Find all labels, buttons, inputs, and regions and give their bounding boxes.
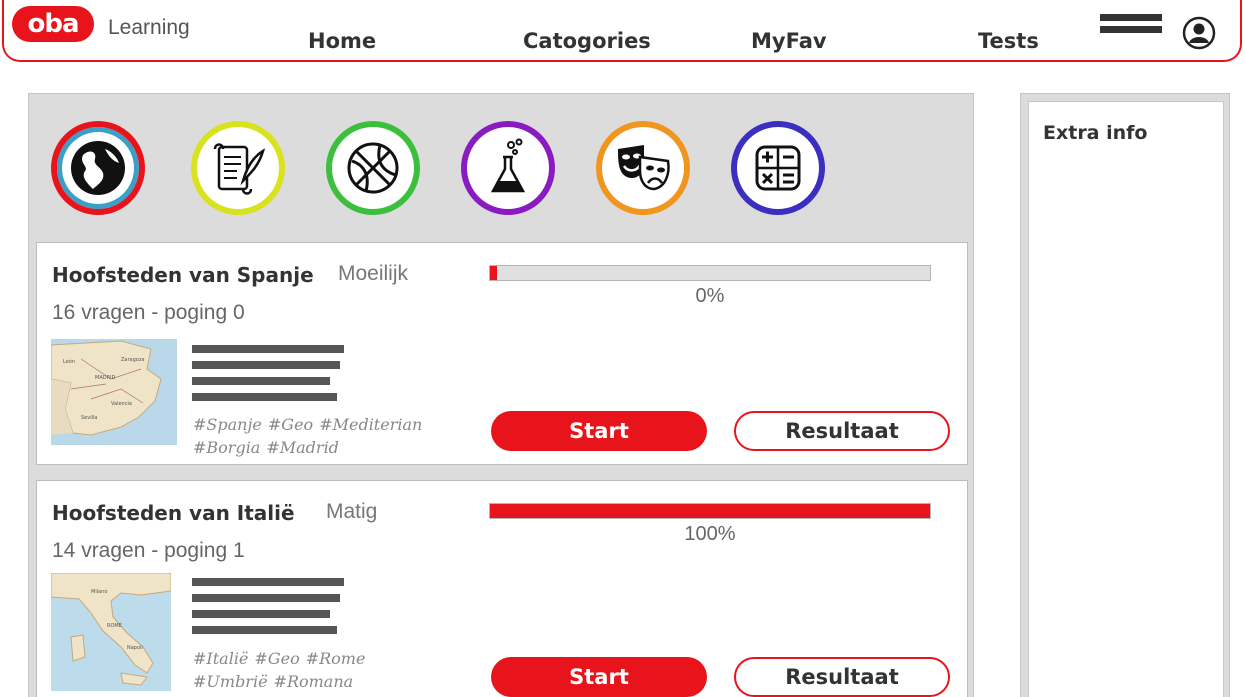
logo-text: oba bbox=[27, 9, 79, 39]
result-button[interactable]: Resultaat bbox=[734, 411, 950, 451]
quiz-list-panel: Hoofsteden van Spanje Moeilijk 16 vragen… bbox=[28, 93, 974, 697]
nav-categories[interactable]: Catogories bbox=[523, 29, 651, 53]
oba-logo[interactable]: oba bbox=[12, 6, 94, 42]
tag[interactable]: #Geo bbox=[268, 415, 313, 434]
svg-text:MADRID: MADRID bbox=[95, 375, 116, 381]
tag[interactable]: #Romana bbox=[274, 672, 354, 691]
category-literature[interactable] bbox=[191, 121, 285, 215]
category-math[interactable] bbox=[731, 121, 825, 215]
start-button[interactable]: Start bbox=[491, 657, 707, 697]
description-placeholder-lines bbox=[192, 578, 344, 642]
svg-text:Valencia: Valencia bbox=[111, 401, 132, 407]
category-theatre[interactable] bbox=[596, 121, 690, 215]
top-navigation-bar: oba Learning Home Catogories MyFav Tests bbox=[2, 0, 1242, 62]
flask-icon bbox=[490, 138, 526, 193]
app-name: Learning bbox=[108, 16, 190, 39]
svg-text:Napoli: Napoli bbox=[127, 645, 143, 651]
category-science[interactable] bbox=[461, 121, 555, 215]
category-selector bbox=[29, 94, 973, 240]
nav-home[interactable]: Home bbox=[308, 29, 376, 53]
theatre-masks-icon bbox=[618, 145, 670, 191]
result-button[interactable]: Resultaat bbox=[734, 657, 950, 697]
quiz-tags: #Italië #Geo #Rome #Umbrië #Romana bbox=[193, 647, 453, 693]
quiz-difficulty: Matig bbox=[326, 500, 378, 523]
quiz-card: Hoofsteden van Italië Matig 14 vragen - … bbox=[36, 480, 968, 697]
nav-tests[interactable]: Tests bbox=[978, 29, 1039, 53]
tag[interactable]: #Italië bbox=[193, 649, 248, 668]
tag[interactable]: #Umbrië bbox=[193, 672, 268, 691]
quiz-tags: #Spanje #Geo #Mediterian #Borgia #Madrid bbox=[193, 413, 453, 459]
progress-percentage: 100% bbox=[684, 523, 736, 545]
description-placeholder-lines bbox=[192, 345, 344, 409]
progress-fill bbox=[490, 504, 930, 518]
hamburger-menu-icon[interactable] bbox=[1100, 14, 1162, 44]
tag[interactable]: #Madrid bbox=[266, 438, 339, 457]
italy-map-thumbnail: ROME Milano Napoli bbox=[51, 573, 171, 691]
quiz-card: Hoofsteden van Spanje Moeilijk 16 vragen… bbox=[36, 242, 968, 465]
svg-text:Sevilla: Sevilla bbox=[81, 415, 97, 421]
tag[interactable]: #Borgia bbox=[193, 438, 260, 457]
extra-info-content: Extra info bbox=[1028, 101, 1224, 697]
basketball-icon bbox=[347, 142, 399, 194]
svg-text:Zaragoza: Zaragoza bbox=[121, 357, 145, 363]
extra-info-panel: Extra info bbox=[1020, 93, 1230, 697]
category-sports[interactable] bbox=[326, 121, 420, 215]
quiz-progress-bar bbox=[489, 503, 931, 519]
tag[interactable]: #Mediterian bbox=[319, 415, 422, 434]
progress-fill bbox=[490, 266, 497, 280]
start-button[interactable]: Start bbox=[491, 411, 707, 451]
globe-icon bbox=[71, 141, 125, 195]
scroll-quill-icon bbox=[213, 143, 266, 195]
progress-percentage: 0% bbox=[695, 285, 725, 307]
quiz-question-count: 14 vragen - poging 1 bbox=[52, 539, 245, 562]
quiz-title: Hoofsteden van Spanje bbox=[52, 263, 314, 287]
extra-info-title: Extra info bbox=[1043, 122, 1148, 144]
nav-myfav[interactable]: MyFav bbox=[751, 29, 827, 53]
quiz-question-count: 16 vragen - poging 0 bbox=[52, 301, 245, 324]
quiz-progress-bar bbox=[489, 265, 931, 281]
svg-text:León: León bbox=[63, 358, 75, 365]
category-geography[interactable] bbox=[51, 121, 145, 215]
svg-text:ROME: ROME bbox=[107, 623, 122, 629]
quiz-title: Hoofsteden van Italië bbox=[52, 501, 295, 525]
svg-text:Milano: Milano bbox=[91, 589, 107, 595]
spain-map-thumbnail: MADRID Zaragoza Valencia Sevilla León bbox=[51, 339, 177, 445]
user-account-icon[interactable] bbox=[1182, 16, 1216, 50]
quiz-difficulty: Moeilijk bbox=[338, 262, 409, 285]
tag[interactable]: #Spanje bbox=[193, 415, 262, 434]
tag[interactable]: #Geo bbox=[254, 649, 299, 668]
tag[interactable]: #Rome bbox=[306, 649, 366, 668]
calculator-icon bbox=[755, 145, 801, 191]
